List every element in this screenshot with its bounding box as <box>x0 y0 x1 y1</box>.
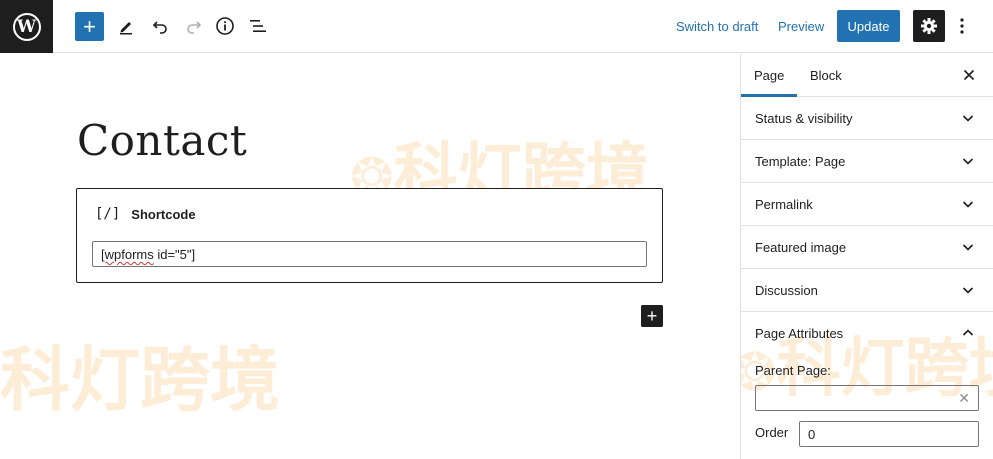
panel-title: Discussion <box>755 283 818 298</box>
details-button[interactable] <box>213 14 237 38</box>
chevron-down-icon <box>962 287 974 294</box>
editor-canvas: ❂科灯跨境 科灯跨境 Contact [/] Shortcode [wpform… <box>0 54 740 459</box>
shortcode-icon: [/] <box>95 206 121 222</box>
parent-page-label: Parent Page: <box>755 363 831 378</box>
parent-page-select[interactable]: ✕ <box>755 385 979 411</box>
redo-button[interactable] <box>182 14 206 38</box>
chevron-down-icon <box>962 244 974 251</box>
panel-page-attributes[interactable]: Page Attributes <box>741 312 993 355</box>
shortcode-value-rest: id="5"] <box>153 247 196 262</box>
sidebar-tabs: Page Block <box>741 54 993 97</box>
edit-tools-button[interactable] <box>114 14 138 38</box>
redo-icon <box>187 21 202 34</box>
watermark: 科灯跨境 <box>0 339 280 421</box>
undo-button[interactable] <box>148 14 172 38</box>
plus-icon: + <box>646 306 658 326</box>
panel-title: Page Attributes <box>755 326 844 341</box>
chevron-down-icon <box>962 115 974 122</box>
gear-icon <box>921 18 937 34</box>
panel-featured-image[interactable]: Featured image <box>741 226 993 269</box>
shortcode-input[interactable]: [wpforms id="5"] <box>92 241 647 267</box>
info-icon <box>216 17 234 35</box>
top-toolbar: W + Switch to draft Preview Update <box>0 0 993 53</box>
block-header: [/] Shortcode <box>95 206 196 222</box>
add-block-button[interactable]: + <box>75 12 104 41</box>
chevron-down-icon <box>962 201 974 208</box>
panel-title: Template: Page <box>755 154 846 169</box>
panel-permalink[interactable]: Permalink <box>741 183 993 226</box>
shortcode-block[interactable]: [/] Shortcode [wpforms id="5"] <box>76 188 663 283</box>
panel-title: Featured image <box>755 240 847 255</box>
settings-sidebar: ❂科灯跨境 Page Block Status & visibility Tem… <box>740 54 993 459</box>
tab-block[interactable]: Block <box>810 54 842 97</box>
order-input[interactable]: 0 <box>799 421 979 447</box>
options-button[interactable] <box>952 14 972 38</box>
clear-icon[interactable]: ✕ <box>958 390 970 407</box>
update-button[interactable]: Update <box>837 10 900 42</box>
block-label: Shortcode <box>131 206 196 222</box>
preview-button[interactable]: Preview <box>778 19 824 34</box>
chevron-down-icon <box>962 158 974 165</box>
panel-title: Permalink <box>755 197 813 212</box>
chevron-up-icon <box>962 329 974 336</box>
panel-discussion[interactable]: Discussion <box>741 269 993 312</box>
plus-icon: + <box>83 13 96 39</box>
wordpress-logo[interactable]: W <box>0 0 53 53</box>
pencil-icon <box>120 22 132 35</box>
page-title[interactable]: Contact <box>77 116 247 165</box>
undo-icon <box>152 21 167 34</box>
list-view-icon <box>250 20 266 32</box>
settings-button[interactable] <box>913 10 945 42</box>
order-label: Order <box>755 425 789 440</box>
switch-to-draft-button[interactable]: Switch to draft <box>676 19 758 34</box>
block-inserter-button[interactable]: + <box>641 305 663 327</box>
panel-template[interactable]: Template: Page <box>741 140 993 183</box>
list-view-button[interactable] <box>246 14 270 38</box>
panel-title: Status & visibility <box>755 111 853 126</box>
tab-page[interactable]: Page <box>741 54 798 97</box>
panel-status-visibility[interactable]: Status & visibility <box>741 97 993 140</box>
close-icon <box>963 69 975 81</box>
shortcode-value-word: [wpforms <box>101 247 154 262</box>
wordpress-icon: W <box>12 12 41 41</box>
more-vertical-icon <box>960 18 964 34</box>
close-sidebar-button[interactable] <box>960 66 978 84</box>
